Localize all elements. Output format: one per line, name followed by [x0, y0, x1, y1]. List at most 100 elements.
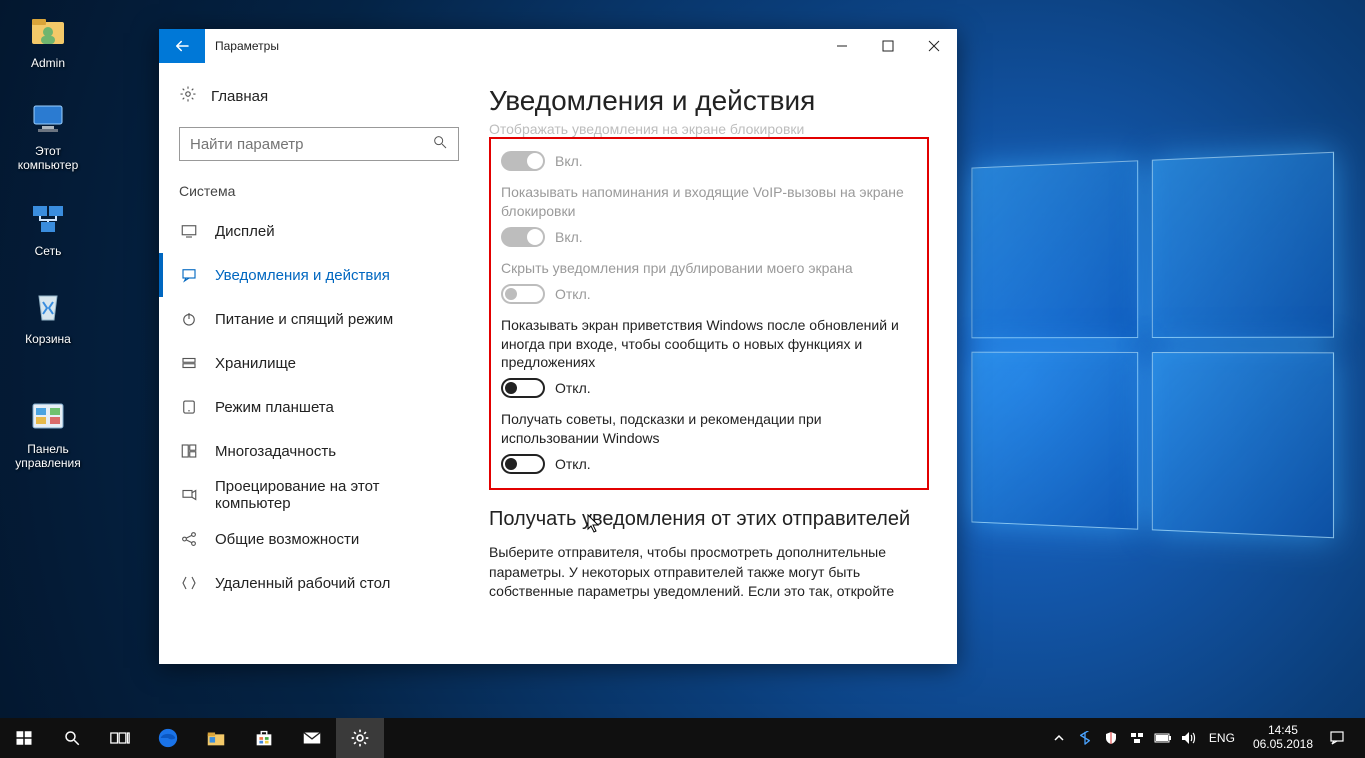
maximize-button[interactable] [865, 29, 911, 63]
tray-date: 06.05.2018 [1253, 738, 1313, 752]
storage-icon [179, 353, 199, 373]
start-button[interactable] [0, 718, 48, 758]
windows-icon [15, 729, 33, 747]
computer-icon [26, 96, 70, 140]
sidebar-item-label: Хранилище [215, 355, 296, 372]
toggle-state-text: Откл. [555, 380, 591, 396]
taskbar-settings[interactable] [336, 718, 384, 758]
toggle-state-text: Вкл. [555, 229, 583, 245]
toggle-label: Скрыть уведомления при дублировании моег… [501, 259, 917, 278]
gear-icon [350, 728, 370, 748]
system-tray: ENG 14:45 06.05.2018 [1049, 718, 1365, 758]
notifications-icon [179, 265, 199, 285]
taskview-button[interactable] [96, 718, 144, 758]
desktop-icon-label: Корзина [8, 332, 88, 346]
close-button[interactable] [911, 29, 957, 63]
control-panel-icon [26, 394, 70, 438]
sidebar-item-power[interactable]: Питание и спящий режим [159, 297, 479, 341]
taskbar-mail[interactable] [288, 718, 336, 758]
desktop-icon-control-panel[interactable]: Панель управления [8, 394, 88, 470]
search-input[interactable] [190, 136, 432, 153]
toggle-tips[interactable] [501, 454, 545, 474]
section-title: Получать уведомления от этих отправителе… [489, 508, 929, 531]
toggle-label: Получать советы, подсказки и рекомендаци… [501, 410, 917, 448]
sidebar-item-label: Уведомления и действия [215, 267, 390, 284]
display-icon [179, 221, 199, 241]
tray-network-icon[interactable] [1127, 728, 1147, 748]
sidebar-item-label: Питание и спящий режим [215, 311, 393, 328]
tablet-icon [179, 397, 199, 417]
tray-battery-icon[interactable] [1153, 728, 1173, 748]
sidebar-item-multitask[interactable]: Многозадачность [159, 429, 479, 473]
taskbar-edge[interactable] [144, 718, 192, 758]
content-pane: Уведомления и действия Отображать уведом… [479, 63, 957, 664]
user-folder-icon [26, 8, 70, 52]
taskbar-store[interactable] [240, 718, 288, 758]
shared-icon [179, 529, 199, 549]
toggle-voip-lockscreen[interactable] [501, 227, 545, 247]
arrow-left-icon [173, 37, 191, 55]
page-title: Уведомления и действия [489, 85, 929, 117]
sidebar-item-notifications[interactable]: Уведомления и действия [159, 253, 479, 297]
sidebar-item-tablet[interactable]: Режим планшета [159, 385, 479, 429]
sidebar-item-label: Проецирование на этот компьютер [215, 478, 459, 512]
store-icon [253, 727, 275, 749]
desktop-icon-recycle[interactable]: Корзина [8, 284, 88, 346]
tray-chevron-up-icon[interactable] [1049, 728, 1069, 748]
sidebar-group-label: Система [159, 183, 479, 209]
sidebar-item-label: Удаленный рабочий стол [215, 575, 390, 592]
sidebar-item-project[interactable]: Проецирование на этот компьютер [159, 473, 479, 517]
minimize-button[interactable] [819, 29, 865, 63]
taskbar-explorer[interactable] [192, 718, 240, 758]
toggle-welcome-screen[interactable] [501, 378, 545, 398]
tray-time: 14:45 [1253, 724, 1313, 738]
search-icon [63, 729, 81, 747]
search-button[interactable] [48, 718, 96, 758]
sidebar-item-shared[interactable]: Общие возможности [159, 517, 479, 561]
tray-security-icon[interactable] [1101, 728, 1121, 748]
sidebar-home-label: Главная [211, 88, 268, 105]
folder-icon [205, 727, 227, 749]
toggle-lockscreen-notifications[interactable] [501, 151, 545, 171]
titlebar: Параметры [159, 29, 957, 63]
highlight-box: Вкл. Показывать напоминания и входящие V… [489, 137, 929, 490]
tray-language[interactable]: ENG [1205, 731, 1239, 745]
section-body: Выберите отправителя, чтобы просмотреть … [489, 543, 929, 602]
desktop-icon-label: Admin [8, 56, 88, 70]
sidebar: Главная Система Дисплей Уведомления и де… [159, 63, 479, 664]
sidebar-item-storage[interactable]: Хранилище [159, 341, 479, 385]
sidebar-item-label: Дисплей [215, 223, 275, 240]
toggle-state-text: Откл. [555, 286, 591, 302]
sidebar-item-label: Режим планшета [215, 399, 334, 416]
mail-icon [301, 727, 323, 749]
search-box[interactable] [179, 127, 459, 161]
window-title: Параметры [205, 29, 819, 63]
edge-icon [157, 727, 179, 749]
desktop-icon-admin[interactable]: Admin [8, 8, 88, 70]
toggle-hide-duplicate[interactable] [501, 284, 545, 304]
desktop-icon-label: Сеть [8, 244, 88, 258]
multitask-icon [179, 441, 199, 461]
remote-icon [179, 573, 199, 593]
windows-logo-backdrop [971, 152, 1334, 539]
back-button[interactable] [159, 29, 205, 63]
desktop-icon-network[interactable]: Сеть [8, 196, 88, 258]
toggle-state-text: Откл. [555, 456, 591, 472]
toggle-label: Показывать экран приветствия Windows пос… [501, 316, 917, 373]
tray-action-center-icon[interactable] [1327, 728, 1347, 748]
gear-icon [179, 85, 197, 107]
toggle-state-text: Вкл. [555, 153, 583, 169]
taskview-icon [110, 730, 130, 746]
sidebar-item-remote[interactable]: Удаленный рабочий стол [159, 561, 479, 605]
truncated-label: Отображать уведомления на экране блокиро… [489, 121, 929, 137]
settings-window: Параметры Главная Система Дисплей Уведом… [159, 29, 957, 664]
recycle-bin-icon [26, 284, 70, 328]
sidebar-home[interactable]: Главная [159, 85, 479, 127]
project-icon [179, 485, 199, 505]
tray-bluetooth-icon[interactable] [1075, 728, 1095, 748]
desktop-icon-label: Панель управления [8, 442, 88, 470]
tray-clock[interactable]: 14:45 06.05.2018 [1245, 724, 1321, 752]
desktop-icon-this-pc[interactable]: Этот компьютер [8, 96, 88, 172]
sidebar-item-display[interactable]: Дисплей [159, 209, 479, 253]
tray-volume-icon[interactable] [1179, 728, 1199, 748]
